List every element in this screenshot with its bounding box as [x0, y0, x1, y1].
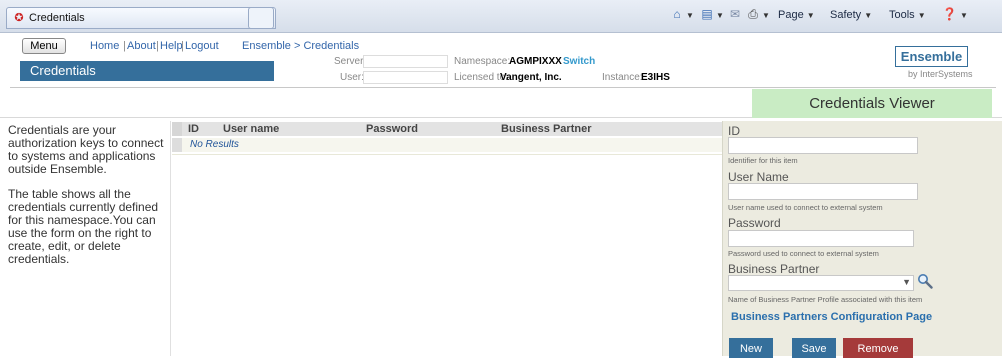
- business-partner-hint: Name of Business Partner Profile associa…: [728, 295, 923, 304]
- nav-separator: |: [123, 40, 126, 52]
- page-title: Credentials: [20, 61, 274, 81]
- ensemble-favicon-icon: ✪: [14, 12, 24, 24]
- page-menu[interactable]: Page ▼: [778, 9, 815, 21]
- logout-link[interactable]: Logout: [185, 40, 219, 52]
- save-button[interactable]: Save: [792, 338, 836, 358]
- column-header-business-partner[interactable]: Business Partner: [501, 123, 591, 135]
- user-label: User:: [340, 72, 364, 83]
- remove-button[interactable]: Remove: [843, 338, 913, 358]
- table-row: No Results: [172, 138, 722, 152]
- about-link[interactable]: About: [127, 40, 156, 52]
- viewer-header: Credentials Viewer: [0, 89, 1002, 118]
- switch-namespace-link[interactable]: Switch: [563, 56, 595, 67]
- column-header-id[interactable]: ID: [188, 123, 199, 135]
- browser-toolbar: ✪ Credentials ⌂ ▼ ▤ ▼ ✉ ⎙ ▼ Page ▼ Safet…: [0, 0, 1002, 33]
- viewer-title: Credentials Viewer: [752, 89, 992, 118]
- menu-button[interactable]: Menu: [22, 38, 66, 54]
- password-field[interactable]: [728, 230, 914, 247]
- safety-menu[interactable]: Safety ▼: [830, 9, 872, 21]
- business-partner-label: Business Partner: [728, 262, 820, 276]
- chevron-down-icon[interactable]: ▼: [686, 11, 694, 20]
- ensemble-header: Menu Home | About | Help | Logout Ensemb…: [10, 36, 996, 88]
- mail-icon[interactable]: ✉: [728, 7, 742, 21]
- nav-separator: |: [156, 40, 159, 52]
- breadcrumb[interactable]: Ensemble > Credentials: [242, 40, 359, 52]
- chevron-down-icon[interactable]: ▼: [902, 277, 911, 287]
- nav-separator: |: [181, 40, 184, 52]
- divider: [172, 154, 722, 155]
- password-hint: Password used to connect to external sys…: [728, 249, 879, 258]
- table-header: ID User name Password Business Partner: [172, 122, 722, 136]
- browser-tab[interactable]: ✪ Credentials: [6, 7, 276, 29]
- user-value: [363, 71, 448, 84]
- username-hint: User name used to connect to external sy…: [728, 203, 883, 212]
- home-icon[interactable]: ⌂: [670, 7, 684, 21]
- search-icon[interactable]: [917, 273, 933, 289]
- column-header-password[interactable]: Password: [366, 123, 418, 135]
- chevron-down-icon[interactable]: ▼: [762, 11, 770, 20]
- print-icon[interactable]: ⎙: [746, 7, 760, 21]
- business-partner-select[interactable]: ▼: [728, 275, 914, 291]
- credential-form: ID Identifier for this item User Name Us…: [722, 121, 1002, 358]
- row-selector-header: [172, 122, 182, 136]
- ensemble-logo: Ensemble: [895, 46, 968, 67]
- instance-value: E3IHS: [641, 72, 670, 83]
- home-link[interactable]: Home: [90, 40, 119, 52]
- description-panel: Credentials are your authorization keys …: [8, 124, 168, 278]
- chevron-down-icon[interactable]: ▼: [960, 11, 968, 20]
- divider: [170, 121, 171, 356]
- id-label: ID: [728, 124, 740, 138]
- brand-subtitle: by InterSystems: [908, 69, 973, 79]
- tools-menu[interactable]: Tools ▼: [889, 9, 926, 21]
- namespace-label: Namespace:: [454, 56, 511, 67]
- namespace-value: AGMPIXXX: [509, 56, 562, 67]
- licensed-value: Vangent, Inc.: [500, 72, 562, 83]
- business-partners-config-link[interactable]: Business Partners Configuration Page: [731, 311, 932, 323]
- description-paragraph: Credentials are your authorization keys …: [8, 123, 164, 176]
- id-hint: Identifier for this item: [728, 156, 798, 165]
- server-value: [363, 55, 448, 68]
- tab-title: Credentials: [29, 12, 85, 24]
- id-field[interactable]: [728, 137, 918, 154]
- username-field[interactable]: [728, 183, 918, 200]
- chevron-down-icon[interactable]: ▼: [716, 11, 724, 20]
- help-link[interactable]: Help: [160, 40, 183, 52]
- password-label: Password: [728, 216, 781, 230]
- new-tab-button[interactable]: [248, 7, 274, 29]
- description-paragraph: The table shows all the credentials curr…: [8, 187, 159, 266]
- feeds-icon[interactable]: ▤: [700, 7, 714, 21]
- row-selector: [172, 138, 182, 152]
- new-button[interactable]: New: [729, 338, 773, 358]
- instance-label: Instance:: [602, 72, 643, 83]
- username-label: User Name: [728, 170, 789, 184]
- server-label: Server:: [334, 56, 367, 67]
- column-header-username[interactable]: User name: [223, 123, 279, 135]
- no-results-text: No Results: [190, 139, 239, 150]
- help-icon[interactable]: ❓: [942, 7, 957, 21]
